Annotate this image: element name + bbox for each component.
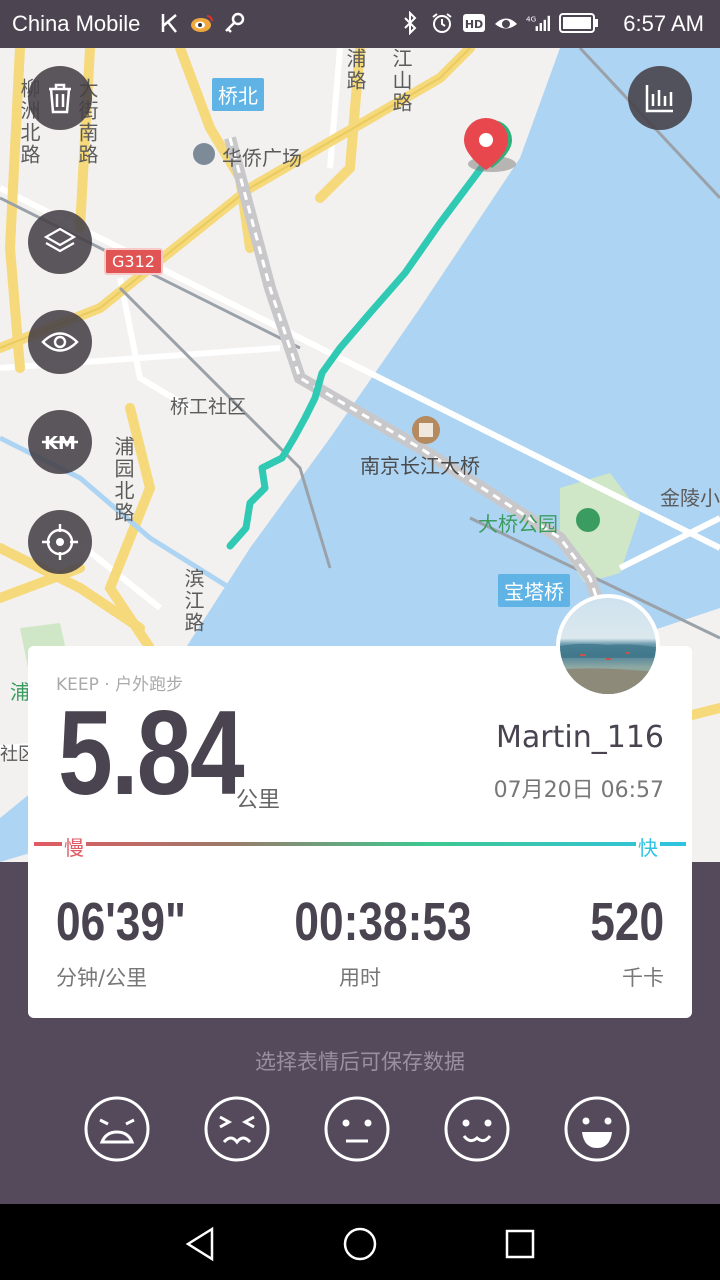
mood-hint: 选择表情后可保存数据 <box>255 1050 465 1074</box>
tired-face-icon <box>204 1096 270 1162</box>
visibility-button[interactable] <box>28 310 92 374</box>
map-layers-button[interactable] <box>28 210 92 274</box>
recents-button[interactable] <box>500 1224 540 1264</box>
home-button[interactable] <box>340 1224 380 1264</box>
mood-exhausted-button[interactable] <box>84 1096 150 1162</box>
hd-icon: HD <box>462 10 486 36</box>
mood-selector <box>84 1096 644 1166</box>
status-bar: China Mobile HD 4G 6:57 AM <box>0 0 720 48</box>
label-pujiang: 浦 <box>10 680 30 704</box>
calories-label: 千卡 <box>622 966 664 990</box>
label-pu-road: 浦路 <box>343 48 367 92</box>
excited-face-icon <box>564 1096 630 1162</box>
mood-excited-button[interactable] <box>564 1096 630 1162</box>
trash-icon <box>49 83 71 114</box>
label-bridge: 南京长江大桥 <box>360 454 480 478</box>
label-g312: G312 <box>104 248 163 275</box>
avatar-photo <box>560 598 656 694</box>
signal-4g-icon: 4G <box>526 10 550 36</box>
label-qiaogong: 桥工社区 <box>170 396 247 418</box>
crosshair-icon <box>42 524 78 560</box>
mood-happy-button[interactable] <box>444 1096 510 1162</box>
k-notification-icon <box>158 10 182 36</box>
calories-value: 520 <box>590 892 664 952</box>
pace-fast-label: 快 <box>636 832 660 861</box>
username: Martin_116 <box>496 720 664 755</box>
weibo-icon <box>190 10 214 36</box>
svg-text:HD: HD <box>465 18 483 31</box>
back-triangle-icon <box>185 1226 214 1262</box>
label-qiaobei: 桥北 <box>212 78 264 111</box>
duration-value: 00:38:53 <box>294 892 472 952</box>
km-markers-button[interactable]: KM <box>28 410 92 474</box>
avatar[interactable] <box>556 594 660 698</box>
eye-comfort-icon <box>494 10 518 36</box>
bluetooth-icon <box>398 10 422 36</box>
svg-text:KM: KM <box>44 433 76 454</box>
clock: 6:57 AM <box>623 11 704 36</box>
label-jiangshan-road: 江山路 <box>389 48 413 114</box>
bar-chart-icon <box>645 85 673 113</box>
distance-unit: 公里 <box>236 788 281 813</box>
recents-square-icon <box>505 1229 535 1259</box>
label-jinling: 金陵小 <box>660 486 720 510</box>
run-summary-card: KEEP · 户外跑步 5.84 公里 Martin_116 07月20日 06… <box>28 646 692 1018</box>
label-puyuan-road: 浦园北路 <box>111 436 135 524</box>
pace-slow-label: 慢 <box>62 832 86 861</box>
eye-icon <box>41 332 79 352</box>
key-icon <box>222 10 246 36</box>
pace-gradient-bar <box>34 842 686 846</box>
duration-label: 用时 <box>339 966 381 990</box>
neutral-face-icon <box>324 1096 390 1162</box>
distance-value: 5.84 <box>58 686 245 820</box>
system-nav-bar <box>0 1204 720 1280</box>
km-off-icon: KM <box>42 433 78 454</box>
pace-value: 06'39" <box>56 892 187 952</box>
home-circle-icon <box>343 1227 377 1261</box>
alarm-icon <box>430 10 454 36</box>
label-huaqiao: 华侨广场 <box>222 146 302 170</box>
pace-label: 分钟/公里 <box>56 966 148 990</box>
label-binjiang-road: 滨江路 <box>181 568 205 634</box>
happy-face-icon <box>444 1096 510 1162</box>
svg-text:4G: 4G <box>526 14 536 23</box>
battery-icon <box>558 10 600 36</box>
delete-button[interactable] <box>28 66 92 130</box>
layers-icon <box>43 227 77 253</box>
mood-neutral-button[interactable] <box>324 1096 390 1162</box>
stats-button[interactable] <box>628 66 692 130</box>
run-datetime: 07月20日 06:57 <box>493 778 664 803</box>
mood-tired-button[interactable] <box>204 1096 270 1162</box>
label-park: 大桥公园 <box>478 512 558 536</box>
back-button[interactable] <box>180 1224 220 1264</box>
exhausted-face-icon <box>84 1096 150 1162</box>
locate-button[interactable] <box>28 510 92 574</box>
carrier-name: China Mobile <box>12 11 141 36</box>
